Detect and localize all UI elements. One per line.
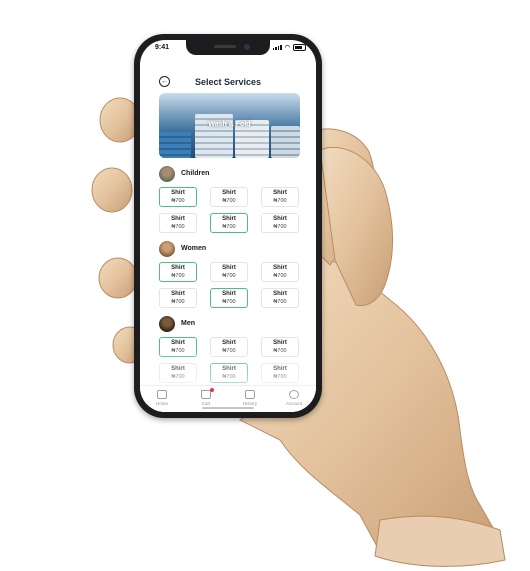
history-icon bbox=[245, 390, 255, 399]
service-card[interactable]: Shirt ₦700 bbox=[261, 337, 299, 357]
service-card[interactable]: Shirt ₦700 bbox=[159, 213, 197, 233]
item-name: Shirt bbox=[273, 265, 287, 271]
child-avatar bbox=[159, 165, 175, 182]
status-icons: ◠ bbox=[272, 44, 306, 51]
tab-account[interactable]: Account bbox=[279, 386, 309, 412]
item-price: ₦700 bbox=[273, 224, 287, 230]
item-price: ₦700 bbox=[273, 348, 287, 354]
item-name: Shirt bbox=[222, 190, 236, 196]
section-label: Children bbox=[181, 170, 210, 177]
item-name: Shirt bbox=[273, 340, 287, 346]
service-card[interactable]: Shirt ₦700 bbox=[159, 187, 197, 207]
section-label: Men bbox=[181, 320, 195, 327]
item-price: ₦700 bbox=[171, 198, 185, 204]
service-card[interactable]: Shirt ₦700 bbox=[159, 337, 197, 357]
women-avatar bbox=[159, 240, 175, 257]
section-children: Children Shirt ₦700 Shirt ₦700 Shirt ₦700 S… bbox=[159, 165, 300, 233]
service-card[interactable]: Shirt ₦700 bbox=[210, 213, 248, 233]
item-price: ₦700 bbox=[222, 198, 236, 204]
item-name: Shirt bbox=[171, 265, 185, 271]
service-card[interactable]: Shirt ₦700 bbox=[210, 363, 248, 383]
item-name: Shirt bbox=[222, 291, 236, 297]
item-name: Shirt bbox=[222, 265, 236, 271]
item-price: ₦700 bbox=[273, 374, 287, 380]
item-price: ₦700 bbox=[222, 299, 236, 305]
service-card[interactable]: Shirt ₦700 bbox=[261, 262, 299, 282]
service-card[interactable]: Shirt ₦700 bbox=[159, 262, 197, 282]
item-name: Shirt bbox=[222, 340, 236, 346]
item-name: Shirt bbox=[273, 291, 287, 297]
service-card[interactable]: Shirt ₦700 bbox=[159, 363, 197, 383]
service-card[interactable]: Shirt ₦700 bbox=[210, 288, 248, 308]
item-price: ₦700 bbox=[171, 374, 185, 380]
item-grid: Shirt ₦700 Shirt ₦700 Shirt ₦700 Shirt ₦700 … bbox=[159, 187, 300, 233]
item-name: Shirt bbox=[171, 340, 185, 346]
home-icon bbox=[157, 390, 167, 399]
battery-icon bbox=[293, 44, 306, 51]
tab-label: Cart bbox=[201, 401, 211, 406]
item-price: ₦700 bbox=[273, 273, 287, 279]
item-price: ₦700 bbox=[222, 374, 236, 380]
tab-home[interactable]: Home bbox=[147, 386, 177, 412]
item-price: ₦700 bbox=[273, 198, 287, 204]
service-card[interactable]: Shirt ₦700 bbox=[261, 187, 299, 207]
page-title: Select Services bbox=[194, 77, 262, 87]
service-card[interactable]: Shirt ₦700 bbox=[210, 262, 248, 282]
tab-label: History bbox=[242, 401, 257, 406]
item-price: ₦700 bbox=[171, 348, 185, 354]
item-price: ₦700 bbox=[273, 299, 287, 305]
item-name: Shirt bbox=[222, 366, 236, 372]
item-name: Shirt bbox=[273, 190, 287, 196]
item-price: ₦700 bbox=[171, 224, 185, 230]
item-price: ₦700 bbox=[222, 224, 236, 230]
service-card[interactable]: Shirt ₦700 bbox=[210, 187, 248, 207]
service-card[interactable]: Shirt ₦700 bbox=[159, 288, 197, 308]
wifi-icon: ◠ bbox=[284, 45, 290, 51]
section-label: Women bbox=[181, 245, 207, 252]
item-name: Shirt bbox=[222, 216, 236, 222]
service-banner[interactable]: Wash & Fold bbox=[159, 93, 300, 158]
section-women: Women Shirt ₦700 Shirt ₦700 Shirt ₦700 Shir… bbox=[159, 240, 300, 308]
status-time: 9:41 bbox=[155, 44, 170, 51]
home-indicator bbox=[202, 407, 254, 409]
cart-badge bbox=[210, 388, 214, 392]
account-icon bbox=[289, 390, 299, 399]
phone-frame: 9:41 ◠ ← Select Services Wash & Fold Chi… bbox=[134, 34, 322, 418]
tab-label: Account bbox=[285, 401, 303, 406]
item-price: ₦700 bbox=[171, 299, 185, 305]
phone-notch bbox=[186, 40, 270, 55]
tab-label: Home bbox=[155, 401, 168, 406]
section-men: Men Shirt ₦700 Shirt ₦700 Shirt ₦700 Shirt ₦… bbox=[159, 315, 300, 383]
app-screen: 9:41 ◠ ← Select Services Wash & Fold Chi… bbox=[140, 40, 316, 412]
service-card[interactable]: Shirt ₦700 bbox=[261, 288, 299, 308]
item-name: Shirt bbox=[171, 366, 185, 372]
item-grid: Shirt ₦700 Shirt ₦700 Shirt ₦700 Shirt ₦700 … bbox=[159, 262, 300, 308]
cart-icon bbox=[201, 388, 214, 399]
service-card[interactable]: Shirt ₦700 bbox=[261, 363, 299, 383]
item-name: Shirt bbox=[273, 366, 287, 372]
item-name: Shirt bbox=[171, 291, 185, 297]
banner-caption: Wash & Fold bbox=[208, 121, 251, 128]
item-grid: Shirt ₦700 Shirt ₦700 Shirt ₦700 Shirt ₦700 … bbox=[159, 337, 300, 383]
service-card[interactable]: Shirt ₦700 bbox=[261, 213, 299, 233]
item-price: ₦700 bbox=[222, 348, 236, 354]
signal-icon bbox=[272, 45, 282, 50]
item-name: Shirt bbox=[273, 216, 287, 222]
item-name: Shirt bbox=[171, 216, 185, 222]
item-price: ₦700 bbox=[222, 273, 236, 279]
men-avatar bbox=[159, 315, 175, 332]
item-price: ₦700 bbox=[171, 273, 185, 279]
service-card[interactable]: Shirt ₦700 bbox=[210, 337, 248, 357]
item-name: Shirt bbox=[171, 190, 185, 196]
